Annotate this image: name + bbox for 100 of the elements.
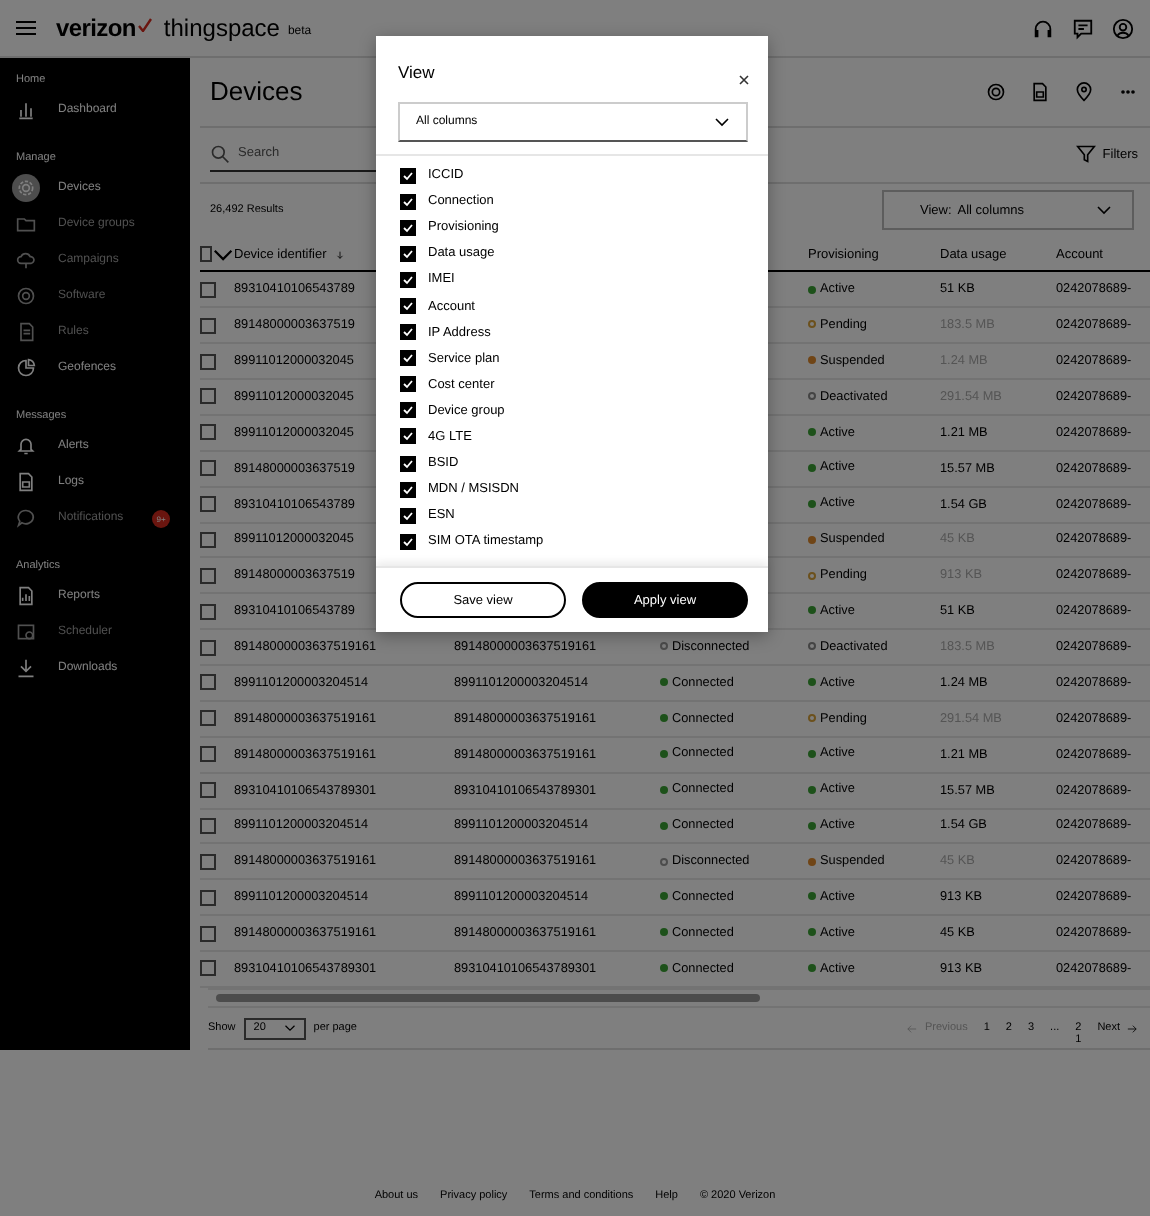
user-icon (1112, 17, 1134, 39)
chat-icon (1072, 17, 1094, 39)
scrollbar[interactable] (216, 993, 760, 1002)
status-dot (808, 535, 816, 544)
status-dot (660, 892, 668, 901)
checkbox[interactable] (200, 281, 216, 298)
checkbox[interactable] (200, 496, 216, 513)
status-dot (808, 892, 816, 901)
checkbox[interactable] (400, 350, 416, 367)
arrow-right-icon (1126, 1023, 1138, 1034)
checkbox[interactable] (200, 353, 216, 370)
checkbox[interactable] (200, 746, 216, 763)
target-icon (986, 81, 1006, 102)
checkmark-icon (137, 17, 152, 31)
checkbox[interactable] (400, 193, 416, 210)
status-dot (808, 714, 816, 723)
status-dot (660, 785, 668, 794)
pie-icon (16, 358, 36, 378)
calendar-icon (16, 622, 36, 642)
checkbox[interactable] (200, 960, 216, 977)
checkbox[interactable] (200, 388, 216, 405)
download-icon (16, 658, 36, 678)
checkbox[interactable] (400, 428, 416, 445)
bell-icon (16, 436, 36, 456)
checkbox[interactable] (400, 271, 416, 288)
status-dot (660, 821, 668, 830)
status-dot (808, 571, 816, 580)
cloud-icon (16, 250, 36, 270)
checkbox[interactable] (200, 603, 216, 620)
checkbox[interactable] (400, 167, 416, 184)
chevron-down-icon (211, 247, 234, 262)
checkbox[interactable] (200, 674, 216, 691)
headset-icon (1032, 17, 1054, 39)
checkbox[interactable] (400, 507, 416, 524)
checkbox[interactable] (400, 402, 416, 419)
checkbox[interactable] (200, 782, 216, 799)
status-dot (808, 320, 816, 329)
status-dot (808, 749, 816, 758)
gear-icon (16, 178, 36, 198)
status-dot (660, 749, 668, 758)
status-dot (808, 785, 816, 794)
folder-icon (16, 214, 36, 234)
checkbox[interactable] (200, 889, 216, 906)
status-dot (808, 928, 816, 937)
checkbox[interactable] (200, 567, 216, 584)
checkbox[interactable] (200, 817, 216, 834)
dialog-title: View (398, 62, 435, 82)
chevron-down-icon (714, 116, 730, 128)
sort-arrow-icon[interactable] (334, 249, 347, 260)
checkbox[interactable] (200, 925, 216, 942)
status-dot (808, 428, 816, 437)
document-icon (16, 472, 36, 492)
checkbox[interactable] (400, 481, 416, 498)
chevron-down-icon (283, 1024, 296, 1033)
page-title: Devices (210, 76, 303, 107)
status-dot (808, 857, 816, 866)
disc-icon (16, 286, 36, 306)
status-dot (808, 606, 816, 615)
checkbox[interactable] (200, 853, 216, 870)
checkbox[interactable] (400, 298, 416, 315)
checkbox[interactable] (200, 639, 216, 656)
checkbox[interactable] (400, 455, 416, 472)
chevron-down-icon (1096, 204, 1112, 217)
chat-bubble-icon (16, 508, 36, 528)
checkbox[interactable] (400, 219, 416, 236)
status-dot (660, 964, 668, 973)
status-dot (808, 463, 816, 472)
checkbox[interactable] (400, 245, 416, 262)
status-dot (660, 642, 668, 651)
checkbox[interactable] (400, 376, 416, 393)
status-dot (660, 714, 668, 723)
checkbox[interactable] (200, 317, 216, 334)
status-dot (808, 499, 816, 508)
checkbox[interactable] (200, 710, 216, 727)
location-pin-icon (1074, 81, 1094, 102)
brand-logo: verizon (56, 14, 136, 42)
status-dot (808, 821, 816, 830)
arrow-left-icon (906, 1023, 919, 1034)
menu-icon[interactable] (16, 20, 36, 36)
funnel-icon (1076, 144, 1097, 165)
status-dot (808, 678, 816, 687)
status-dot (808, 356, 816, 365)
checkbox[interactable] (200, 246, 212, 263)
checkbox[interactable] (400, 324, 416, 341)
status-dot (808, 392, 816, 401)
checkbox[interactable] (200, 424, 216, 441)
status-dot (660, 857, 668, 866)
checkbox[interactable] (400, 533, 416, 550)
status-dot (808, 285, 816, 294)
document-icon (16, 322, 36, 342)
document-icon (1030, 81, 1050, 102)
report-icon (16, 586, 36, 606)
bar-chart-icon (16, 100, 36, 120)
product-name: thingspace (163, 14, 280, 42)
status-dot (808, 642, 816, 651)
status-dot (808, 964, 816, 973)
search-icon (210, 143, 230, 164)
checkbox[interactable] (200, 460, 216, 477)
status-dot (660, 678, 668, 687)
checkbox[interactable] (200, 531, 216, 548)
